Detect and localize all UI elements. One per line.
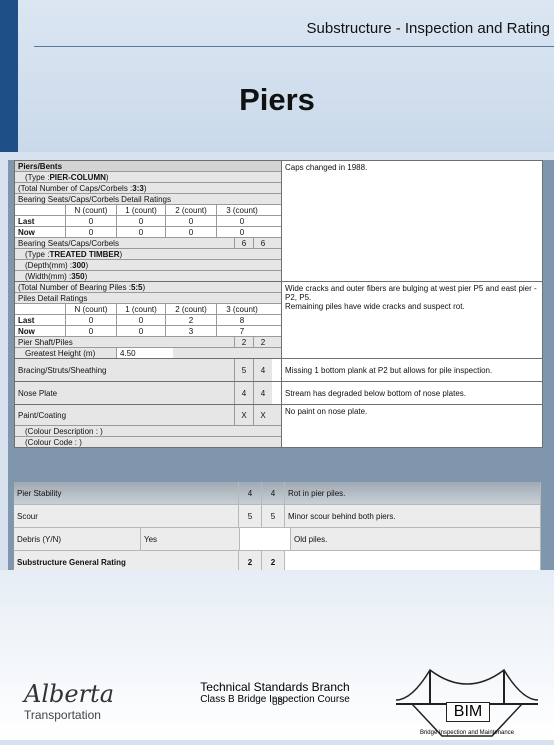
comment-piles: Wide cracks and outer fibers are bulging… bbox=[285, 284, 537, 311]
row-greatest-height: Greatest Height (m) 4.50 bbox=[15, 348, 281, 358]
bim-logo: BIM Bridge Inspection and Maintenance bbox=[392, 664, 542, 740]
lower-ratings: Pier Stability 4 4 Rot in pier piles. Sc… bbox=[14, 482, 541, 574]
row-paint: Paint/Coating X X bbox=[15, 405, 281, 426]
row-type: (Type : PIER-COLUMN) bbox=[15, 172, 281, 183]
page-number: 88 bbox=[272, 697, 284, 708]
comment-caps: Caps changed in 1988. bbox=[285, 163, 368, 172]
row-debris: Debris (Y/N) Yes Old piles. bbox=[14, 528, 541, 551]
row-type-timber: (Type : TREATED TIMBER) bbox=[15, 249, 281, 260]
bracing-group: Bracing/Struts/Sheathing 5 4 Missing 1 b… bbox=[15, 359, 542, 382]
slide-header: Substructure - Inspection and Rating Pie… bbox=[0, 0, 554, 152]
inspection-table: Piers/Bents (Type : PIER-COLUMN) (Total … bbox=[14, 160, 543, 448]
footer-branch: Technical Standards Branch bbox=[200, 680, 350, 694]
row-pier-shaft: Pier Shaft/Piles 2 2 bbox=[15, 337, 281, 348]
row-piers-bents: Piers/Bents bbox=[15, 161, 281, 172]
row-caps-total: (Total Number of Caps/Corbels : 3:3) bbox=[15, 183, 281, 194]
row-bearing-detail: Bearing Seats/Caps/Corbels Detail Rating… bbox=[15, 194, 281, 205]
row-colour-code: (Colour Code : ) bbox=[15, 437, 281, 447]
header-divider bbox=[34, 46, 554, 47]
row-pier-stability: Pier Stability 4 4 Rot in pier piles. bbox=[14, 482, 541, 505]
comment-nose-plate: Stream has degraded below bottom of nose… bbox=[285, 388, 466, 398]
nose-plate-group: Nose Plate 4 4 Stream has degraded below… bbox=[15, 382, 542, 405]
bim-caption: Bridge Inspection and Maintenance bbox=[419, 730, 515, 736]
bim-label: BIM bbox=[446, 702, 490, 722]
row-piles-detail: Piles Detail Ratings bbox=[15, 293, 281, 304]
alberta-transportation-label: Transportation bbox=[24, 708, 101, 722]
caps-group: Piers/Bents (Type : PIER-COLUMN) (Total … bbox=[15, 161, 542, 282]
paint-group: Paint/Coating X X (Colour Description : … bbox=[15, 405, 542, 447]
slide-title: Piers bbox=[239, 82, 315, 117]
row-colour-desc: (Colour Description : ) bbox=[15, 426, 281, 437]
row-piles-last: Last 0 0 2 8 bbox=[15, 315, 281, 326]
row-width: (Width(mm) : 350) bbox=[15, 271, 281, 281]
row-caps-now: Now 0 0 0 0 bbox=[15, 227, 281, 238]
comment-paint: No paint on nose plate. bbox=[285, 407, 368, 416]
row-piles-now: Now 0 0 3 7 bbox=[15, 326, 281, 337]
row-caps-last: Last 0 0 0 0 bbox=[15, 216, 281, 227]
row-piles-total: (Total Number of Bearing Piles : 5:5) bbox=[15, 282, 281, 293]
row-scour: Scour 5 5 Minor scour behind both piers. bbox=[14, 505, 541, 528]
piles-group: (Total Number of Bearing Piles : 5:5) Pi… bbox=[15, 282, 542, 359]
alberta-wordmark: Alberta bbox=[24, 680, 114, 708]
row-piles-count-headers: N (count) 1 (count) 2 (count) 3 (count) bbox=[15, 304, 281, 315]
comment-bracing: Missing 1 bottom plank at P2 but allows … bbox=[285, 365, 493, 375]
row-bearing-seats: Bearing Seats/Caps/Corbels 6 6 bbox=[15, 238, 281, 249]
row-depth: (Depth(mm) : 300) bbox=[15, 260, 281, 271]
row-count-headers: N (count) 1 (count) 2 (count) 3 (count) bbox=[15, 205, 281, 216]
section-title: Substructure - Inspection and Rating bbox=[306, 20, 550, 37]
header-accent-strip bbox=[0, 0, 18, 152]
alberta-logo: Alberta Transportation bbox=[24, 680, 124, 736]
